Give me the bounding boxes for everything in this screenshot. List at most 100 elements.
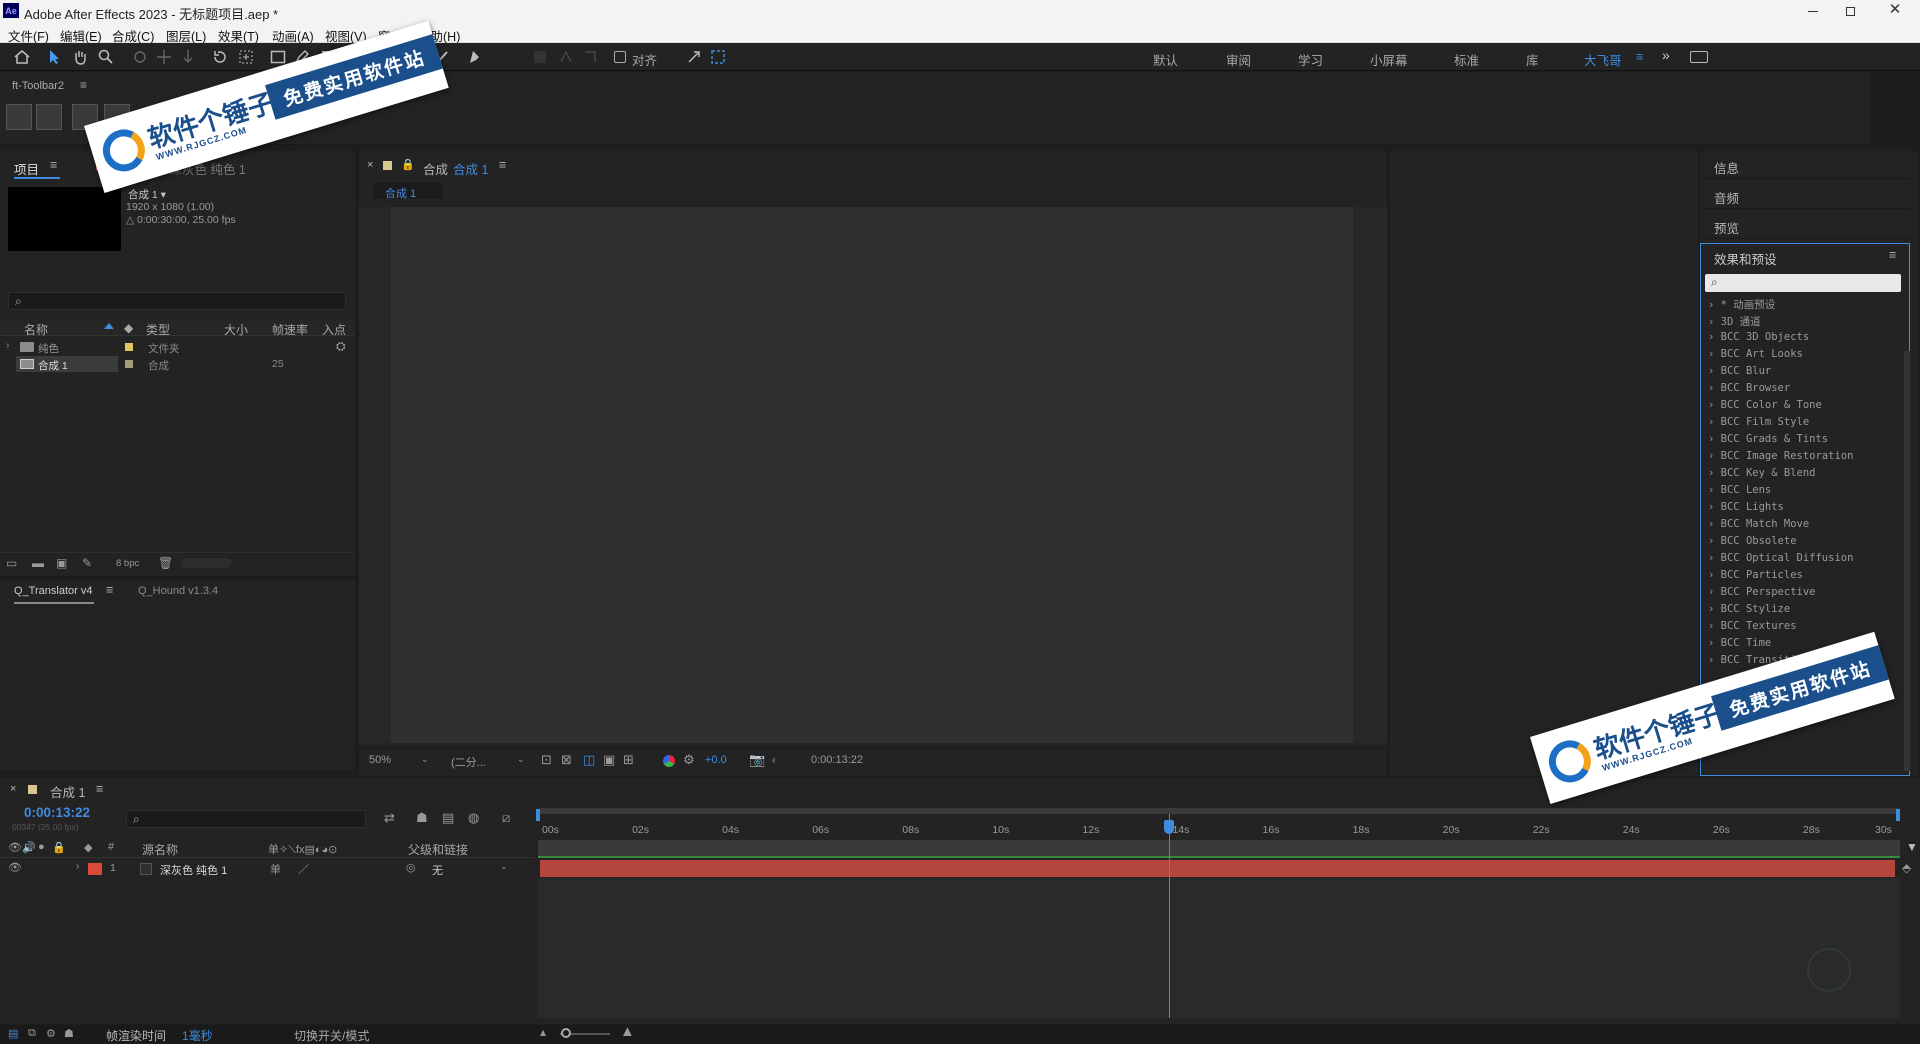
layer-end-icon[interactable]: ⬘ <box>1902 861 1911 875</box>
chevron-right-icon[interactable]: › <box>1708 450 1721 462</box>
chevron-right-icon[interactable]: › <box>1708 484 1721 496</box>
rotate-tool-icon[interactable] <box>210 47 230 67</box>
timeline-search-input[interactable]: ⌕ <box>126 810 366 828</box>
chevron-right-icon[interactable]: › <box>1708 535 1721 547</box>
col-name[interactable]: 名称 <box>24 321 48 338</box>
effects-scrollbar[interactable] <box>1904 351 1910 771</box>
plugin-menu-icon[interactable]: ≡ <box>106 583 113 597</box>
workspace-library[interactable]: 库 <box>1526 50 1539 69</box>
work-area-bar[interactable] <box>538 808 1900 814</box>
viewer-timecode[interactable]: 0:00:13:22 <box>811 754 863 766</box>
workspace-default[interactable]: 默认 <box>1153 50 1178 69</box>
source-name-header[interactable]: 源名称 <box>142 841 178 858</box>
expand-icon[interactable] <box>684 47 704 67</box>
effects-list-item[interactable]: › 3D 通道 <box>1708 314 1761 329</box>
comp-menu-icon[interactable]: ≡ <box>499 158 506 172</box>
preview-panel-header[interactable]: 预览 <box>1700 211 1910 239</box>
work-area-end-handle[interactable] <box>1896 809 1900 821</box>
interpret-footage-icon[interactable]: ▭ <box>6 556 17 570</box>
comp-tab-label[interactable]: 合成 <box>423 159 448 178</box>
solo-icon[interactable]: ● <box>38 841 45 853</box>
label-swatch[interactable] <box>125 343 133 351</box>
orbit-tool-icon[interactable] <box>130 47 150 67</box>
safe-area-icon[interactable]: ▣ <box>603 752 615 768</box>
zoom-chevron-down-icon[interactable]: ⌄ <box>421 754 429 765</box>
layer-duration-bar[interactable] <box>540 860 1895 877</box>
ft-tool-2-icon[interactable] <box>36 104 62 130</box>
info-tab[interactable]: 信息 <box>1714 158 1739 177</box>
pin-tool-icon[interactable] <box>580 47 600 67</box>
effects-list-item[interactable]: › BCC Image Restoration <box>1708 450 1853 462</box>
effects-list-item[interactable]: › BCC Textures <box>1708 620 1797 632</box>
workspace-review[interactable]: 审阅 <box>1226 50 1251 69</box>
chevron-right-icon[interactable]: › <box>1708 365 1721 377</box>
motion-blur-icon[interactable]: ◍ <box>468 810 479 826</box>
minimize-button[interactable] <box>1798 2 1828 20</box>
ft-toolbar-menu-icon[interactable]: ≡ <box>80 78 87 92</box>
project-search-input[interactable]: ⌕ <box>8 292 346 310</box>
current-time[interactable]: 0:00:13:22 <box>24 805 90 820</box>
zoom-select[interactable]: 50% <box>369 754 391 766</box>
timeline-zoom-thumb[interactable] <box>561 1028 571 1038</box>
project-menu-icon[interactable]: ≡ <box>50 158 57 172</box>
effects-list-item[interactable]: › BCC Lights <box>1708 501 1784 513</box>
workspace-active[interactable]: 大飞哥 <box>1584 50 1622 69</box>
work-area-start-handle[interactable] <box>536 809 540 821</box>
fit-icon[interactable]: ⊡ <box>541 752 552 768</box>
table-row[interactable]: 合成 1 合成 25 <box>0 356 355 373</box>
layer-switches-icon[interactable]: ▤ <box>8 1027 18 1040</box>
chevron-right-icon[interactable]: › <box>1708 654 1721 666</box>
col-fps[interactable]: 帧速率 <box>272 321 308 338</box>
effects-list-item[interactable]: › BCC Browser <box>1708 382 1790 394</box>
flowchart-icon[interactable]: ⛭ <box>336 339 346 354</box>
table-row[interactable]: › 纯色 文件夹 ⛭ <box>0 339 355 356</box>
chevron-right-icon[interactable]: › <box>1708 637 1721 649</box>
dolly-tool-icon[interactable] <box>178 47 198 67</box>
effects-title[interactable]: 效果和预设 <box>1714 249 1777 268</box>
breadcrumb[interactable]: 合成 1 <box>373 183 443 201</box>
adjust-icon[interactable]: ✎ <box>82 556 92 570</box>
selection-tool-icon[interactable] <box>44 47 64 67</box>
shy-layers-icon[interactable]: ☗ <box>416 810 428 826</box>
chevron-right-icon[interactable]: › <box>1708 467 1721 479</box>
restore-button[interactable] <box>1835 2 1865 20</box>
search-help-icon[interactable] <box>1690 51 1708 63</box>
thumbnail-scrollbar[interactable] <box>180 558 232 568</box>
anchor-tool-icon[interactable] <box>236 47 256 67</box>
breadcrumb-item[interactable]: 合成 1 <box>385 185 416 201</box>
chevron-right-icon[interactable]: › <box>1708 569 1721 581</box>
ft-tool-1-icon[interactable] <box>6 104 32 130</box>
layer-name[interactable]: 深灰色 纯色 1 <box>160 862 227 878</box>
expand-chevron-icon[interactable]: › <box>76 861 79 872</box>
audio-tab[interactable]: 音频 <box>1714 188 1739 207</box>
effects-list-item[interactable]: › BCC Match Move <box>1708 518 1809 530</box>
preview-tab[interactable]: 预览 <box>1714 218 1739 237</box>
effects-list-item[interactable]: › * 动画预设 <box>1708 297 1775 312</box>
audio-icon[interactable]: 🔊 <box>22 841 36 854</box>
tab-q-translator[interactable]: Q_Translator v4 <box>14 585 92 597</box>
sort-asc-icon[interactable] <box>104 323 114 329</box>
workspace-menu-icon[interactable]: ≡ <box>1636 50 1643 64</box>
show-snapshot-icon[interactable]: ◐ <box>771 752 779 767</box>
layer-shy-switch-icon[interactable]: 单 <box>270 861 281 877</box>
hand-tool-icon[interactable] <box>70 47 90 67</box>
timeline-tab-name[interactable]: 合成 1 <box>50 782 85 801</box>
chevron-right-icon[interactable]: › <box>1708 501 1721 513</box>
roto-tool-icon[interactable] <box>530 47 550 67</box>
tab-q-hound[interactable]: Q_Hound v1.3.4 <box>138 585 218 597</box>
visibility-eye-icon[interactable]: 👁 <box>8 861 22 874</box>
layer-label-swatch[interactable] <box>88 863 102 875</box>
more-workspaces-icon[interactable]: » <box>1662 47 1670 63</box>
align-checkbox[interactable] <box>614 51 626 63</box>
effects-list-item[interactable]: › BCC Perspective <box>1708 586 1815 598</box>
comp-mini-flowchart-icon[interactable]: ⇄ <box>384 810 395 826</box>
effects-list-item[interactable]: › BCC Key & Blend <box>1708 467 1815 479</box>
parent-link-header[interactable]: 父级和链接 <box>408 841 468 858</box>
eye-icon[interactable]: 👁 <box>8 841 22 854</box>
parent-chevron-down-icon[interactable]: ⌄ <box>500 861 508 872</box>
playhead-line[interactable] <box>1169 814 1171 1018</box>
roto-brush-icon[interactable] <box>556 47 576 67</box>
viewer-area[interactable] <box>359 207 1387 743</box>
layer-row[interactable]: 👁 › 1 深灰色 纯色 1 单 ／ ◎ 无 ⌄ <box>0 860 534 878</box>
chevron-right-icon[interactable]: › <box>1708 299 1721 311</box>
